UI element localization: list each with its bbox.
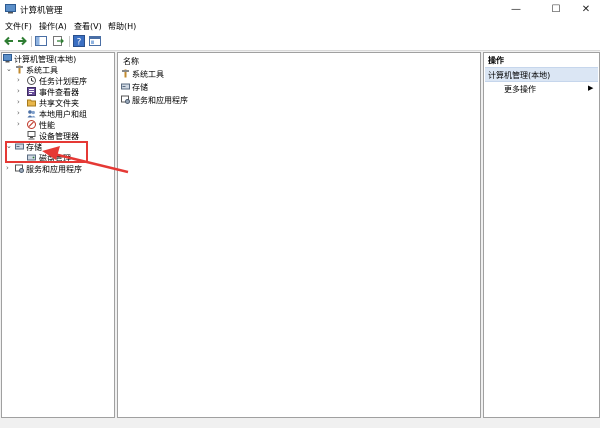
help-icon[interactable]: ?	[73, 35, 85, 47]
tree-item-label: 服务和应用程序	[26, 165, 82, 174]
system-tools-icon	[16, 65, 23, 74]
computer-management-icon	[3, 54, 12, 63]
menu-view[interactable]: 查看(V)	[74, 21, 102, 32]
event-viewer-icon	[27, 87, 36, 96]
properties-icon[interactable]	[89, 35, 101, 47]
submenu-arrow-icon[interactable]: ▶	[588, 84, 593, 92]
toolbar: ?	[0, 33, 600, 51]
minimize-button[interactable]: —	[500, 0, 532, 20]
column-header-name[interactable]: 名称	[123, 56, 139, 67]
status-bar	[0, 419, 600, 428]
computer-management-icon	[5, 4, 16, 14]
list-item-label: 系统工具	[132, 70, 164, 79]
device-manager-icon	[27, 131, 36, 140]
tree-item-label: 本地用户和组	[39, 110, 87, 119]
tree-item-label: 共享文件夹	[39, 99, 79, 108]
maximize-button[interactable]: ☐	[540, 0, 572, 20]
tree-item-label: 系统工具	[26, 66, 58, 75]
computer-management-window: 计算机管理 — ☐ ✕ 文件(F) 操作(A) 查看(V) 帮助(H) ? 计算…	[0, 0, 600, 428]
storage-icon	[121, 83, 130, 90]
system-tools-icon	[122, 69, 129, 78]
menu-help[interactable]: 帮助(H)	[108, 21, 136, 32]
show-hide-tree-icon[interactable]	[35, 35, 47, 47]
window-title: 计算机管理	[20, 6, 63, 16]
back-icon[interactable]	[3, 35, 15, 47]
close-button[interactable]: ✕	[570, 0, 600, 20]
tree-item-label: 计算机管理(本地)	[14, 55, 77, 64]
expand-arrow-icon[interactable]: ›	[17, 87, 25, 95]
shared-folder-icon	[27, 99, 36, 107]
expand-arrow-icon[interactable]: ›	[6, 164, 14, 172]
performance-icon	[27, 120, 36, 129]
actions-group-header[interactable]: 计算机管理(本地)	[485, 67, 598, 82]
menu-bar: 文件(F) 操作(A) 查看(V) 帮助(H)	[0, 20, 600, 33]
expand-arrow-icon[interactable]: ›	[17, 120, 25, 128]
tree-item-label: 任务计划程序	[39, 77, 87, 86]
forward-icon[interactable]	[16, 35, 28, 47]
actions-title: 操作	[488, 56, 504, 65]
list-item-label: 服务和应用程序	[132, 96, 188, 105]
actions-group-label: 计算机管理(本地)	[488, 71, 551, 80]
svg-text:?: ?	[77, 38, 82, 48]
title-bar: 计算机管理 — ☐ ✕	[0, 0, 600, 20]
list-item-label: 存储	[132, 83, 148, 92]
collapse-arrow-icon[interactable]: ⌄	[6, 65, 14, 73]
expand-arrow-icon[interactable]: ›	[17, 109, 25, 117]
menu-file[interactable]: 文件(F)	[5, 21, 32, 32]
export-list-icon[interactable]	[52, 35, 64, 47]
toolbar-separator	[31, 36, 32, 47]
services-icon	[121, 95, 130, 104]
users-icon	[27, 110, 36, 118]
toolbar-separator	[69, 36, 70, 47]
tree-item-label: 事件查看器	[39, 88, 79, 97]
services-icon	[15, 164, 24, 173]
highlight-box	[5, 141, 88, 163]
actions-pane: 操作 计算机管理(本地) 更多操作 ▶	[483, 52, 600, 418]
menu-action[interactable]: 操作(A)	[39, 21, 67, 32]
expand-arrow-icon[interactable]: ›	[17, 98, 25, 106]
expand-arrow-icon[interactable]: ›	[17, 76, 25, 84]
navigation-tree: 计算机管理(本地) ⌄ 系统工具 › 任务计划程序 › 事件查看器 › 共享文件…	[1, 52, 115, 418]
clock-icon	[27, 76, 36, 85]
tree-item-label: 性能	[39, 121, 55, 130]
more-actions-link[interactable]: 更多操作	[504, 84, 536, 95]
content-list: 名称 系统工具 存储 服务和应用程序	[117, 52, 481, 418]
